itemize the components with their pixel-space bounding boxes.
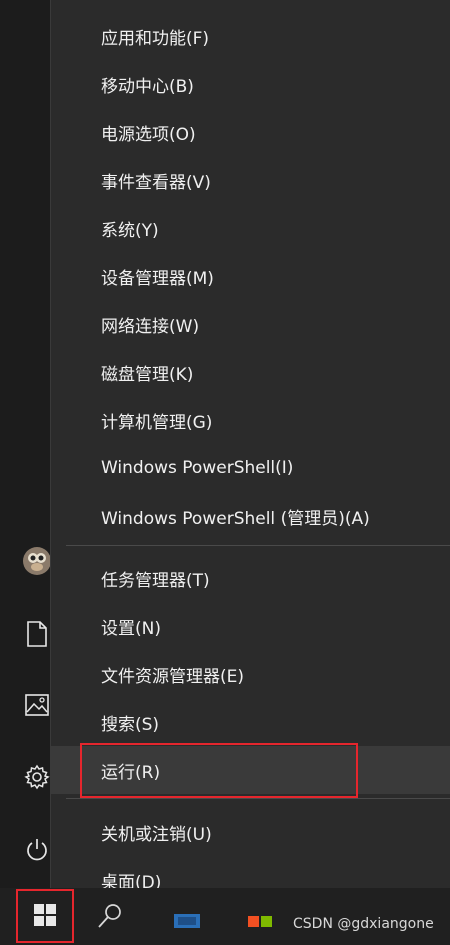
- search-icon[interactable]: [95, 900, 125, 930]
- start-left-rail: [0, 0, 52, 888]
- menu-item-settings[interactable]: 设置(N): [51, 602, 450, 650]
- menu-item-apps-features[interactable]: 应用和功能(F): [51, 12, 450, 60]
- menu-item-powershell-admin[interactable]: Windows PowerShell (管理员)(A): [51, 492, 450, 540]
- screen: 应用和功能(F) 移动中心(B) 电源选项(O) 事件查看器(V) 系统(Y) …: [0, 0, 450, 945]
- menu-item-powershell[interactable]: Windows PowerShell(I): [51, 444, 450, 492]
- run-highlight-box: [80, 743, 358, 798]
- menu-item-task-manager[interactable]: 任务管理器(T): [51, 554, 450, 602]
- menu-item-event-viewer[interactable]: 事件查看器(V): [51, 156, 450, 204]
- menu-item-network-connections[interactable]: 网络连接(W): [51, 300, 450, 348]
- menu-item-system[interactable]: 系统(Y): [51, 204, 450, 252]
- power-icon[interactable]: [22, 835, 52, 865]
- menu-item-mobility-center[interactable]: 移动中心(B): [51, 60, 450, 108]
- app-icon[interactable]: [172, 900, 202, 930]
- menu-item-disk-management[interactable]: 磁盘管理(K): [51, 348, 450, 396]
- menu-item-shutdown-signout[interactable]: 关机或注销(U): [51, 808, 450, 856]
- menu-item-file-explorer[interactable]: 文件资源管理器(E): [51, 650, 450, 698]
- menu-item-power-options[interactable]: 电源选项(O): [51, 108, 450, 156]
- menu-separator: [66, 798, 450, 799]
- avatar[interactable]: [22, 546, 52, 576]
- watermark-text: CSDN @gdxiangone: [293, 916, 434, 932]
- menu-item-computer-management[interactable]: 计算机管理(G): [51, 396, 450, 444]
- gear-icon[interactable]: [22, 762, 52, 792]
- menu-item-device-manager[interactable]: 设备管理器(M): [51, 252, 450, 300]
- start-highlight-box: [16, 889, 74, 943]
- menu-separator: [66, 545, 450, 546]
- pictures-icon[interactable]: [22, 690, 52, 720]
- store-icon[interactable]: [245, 900, 275, 930]
- document-icon[interactable]: [22, 619, 52, 649]
- menu-item-search[interactable]: 搜索(S): [51, 698, 450, 746]
